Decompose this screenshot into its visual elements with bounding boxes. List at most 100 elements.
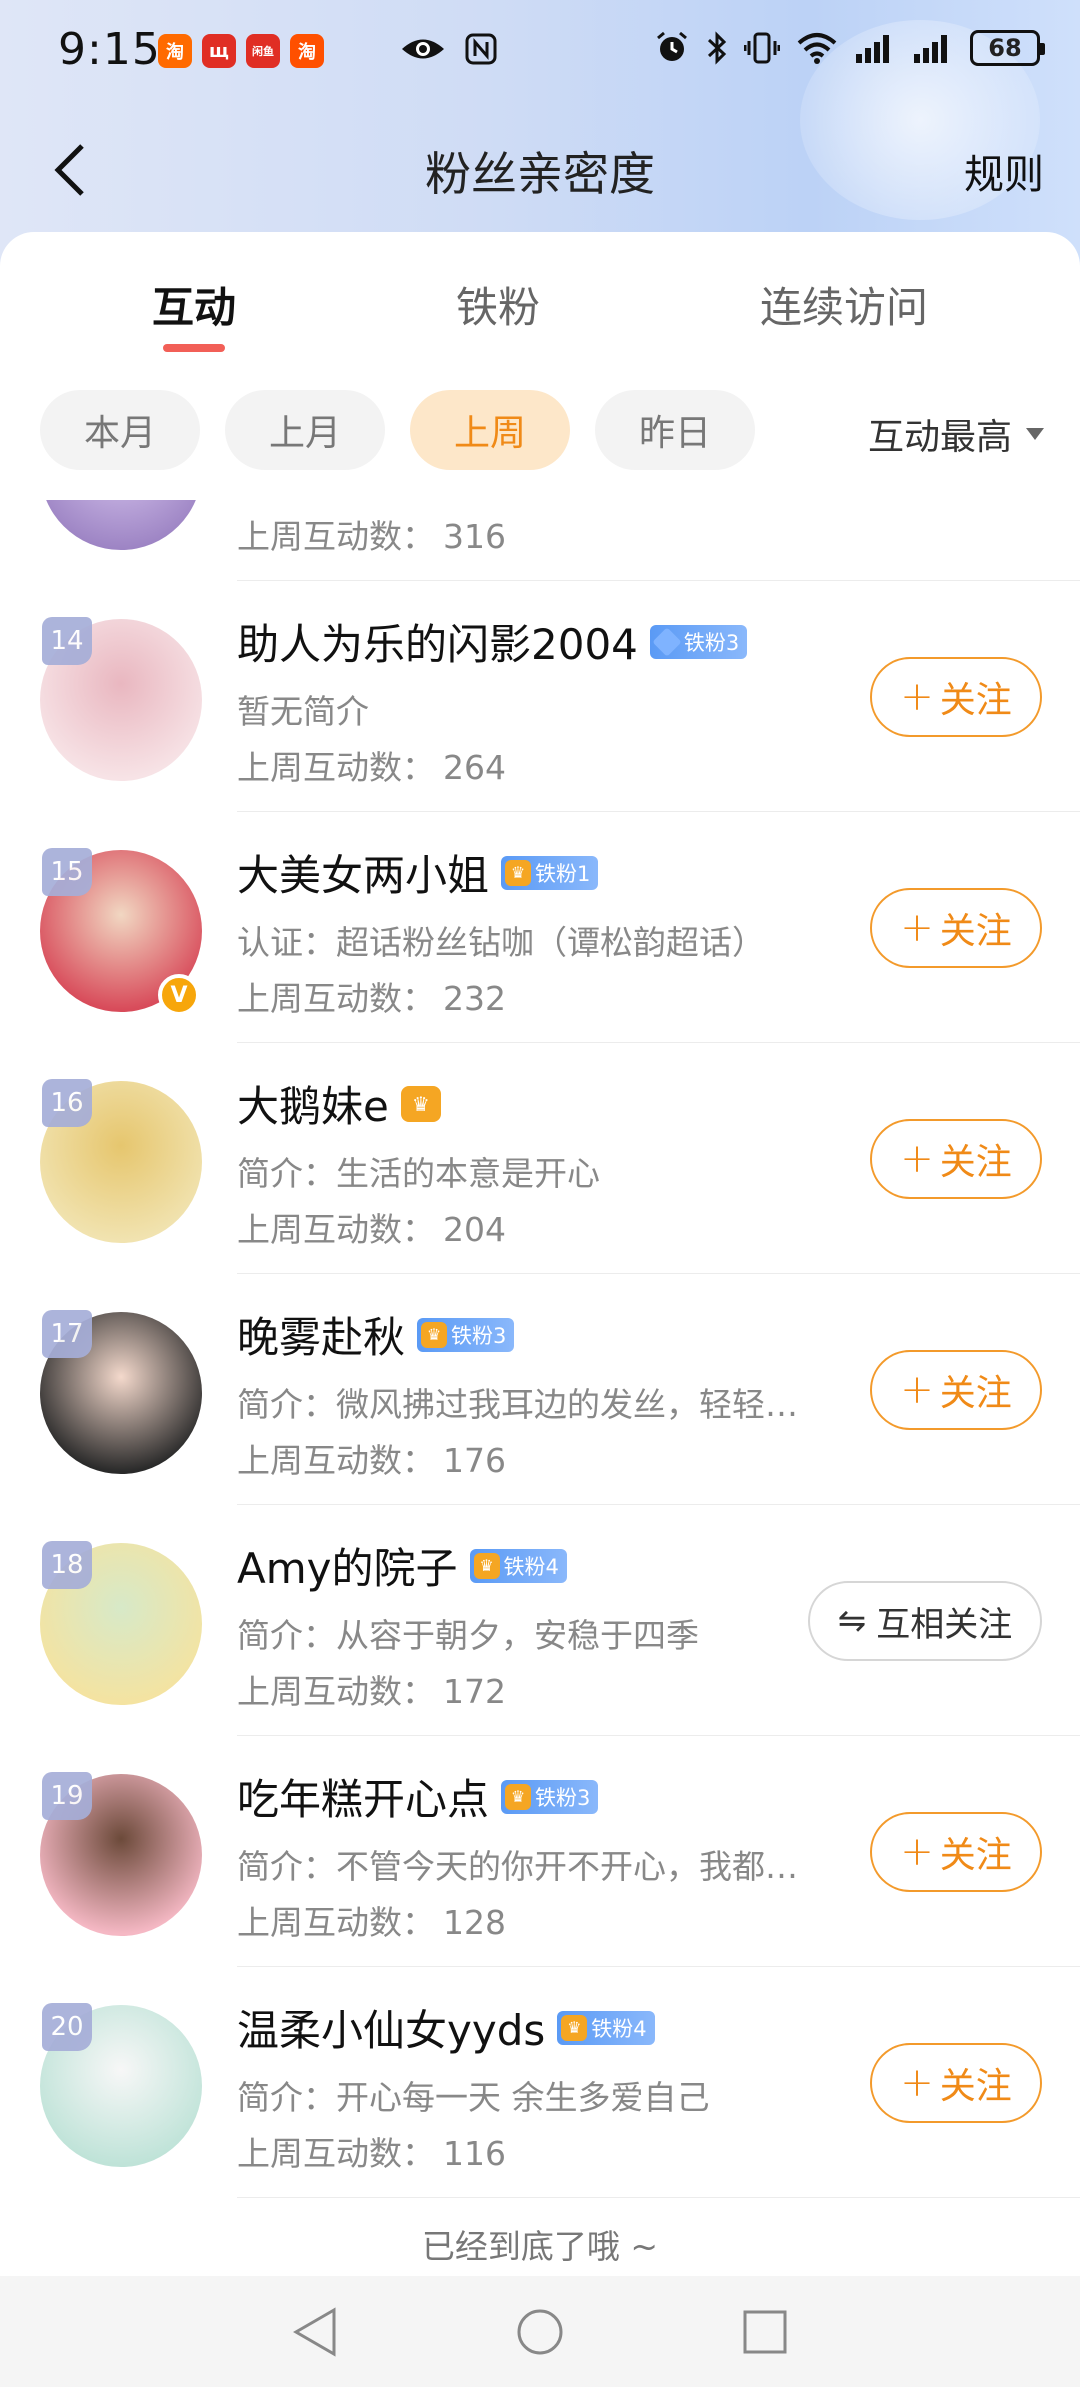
filter-chip-last-month[interactable]: 上月 (225, 390, 385, 470)
list-item[interactable]: 16 大鹅妹e ♛ 简介：生活的本意是开心 上周互动数： 204 + 关注 (0, 1043, 1080, 1274)
plus-icon: + (900, 674, 934, 720)
list-item[interactable]: 17 晚雾赴秋 ♛ 铁粉3 简介：微风拂过我耳边的发丝，轻轻… 上周互动数： 176 + 关注 (0, 1274, 1080, 1505)
filter-chip-yesterday[interactable]: 昨日 (595, 390, 755, 470)
crown-icon: ♛ (400, 1085, 441, 1122)
system-nav-bar (0, 2276, 1080, 2387)
interaction-count: 上周互动数： 116 (237, 2127, 506, 2175)
crown-icon: ♛ (421, 1321, 448, 1348)
divider (237, 2197, 1080, 2198)
name-line: 大鹅妹e ♛ (237, 1073, 441, 1134)
verified-icon: V (158, 974, 200, 1016)
sort-label: 互动最高 (867, 417, 1012, 458)
interaction-count: 上周互动数： 128 (237, 1896, 506, 1944)
follow-button[interactable]: + 关注 (870, 1350, 1042, 1430)
crown-icon: ♛ (505, 859, 532, 886)
rank-badge: 19 (42, 1772, 92, 1820)
follow-button[interactable]: + 关注 (870, 1119, 1042, 1199)
username[interactable]: Amy的院子 (237, 1535, 458, 1596)
tab-iron-fans[interactable]: 铁粉 (456, 274, 540, 335)
count-value: 116 (443, 2134, 506, 2173)
username[interactable]: 助人为乐的闪影2004 (237, 611, 638, 672)
signal-icon (856, 35, 889, 63)
rank-badge: 16 (42, 1079, 92, 1127)
nfc-icon (465, 33, 497, 65)
count-value: 172 (443, 1672, 506, 1711)
list-item[interactable]: 18 Amy的院子 ♛ 铁粉4 简介：从容于朝夕，安稳于四季上周互动数： 172 ⇋ 互相关注 (0, 1505, 1080, 1736)
nav-bar: 粉丝亲密度 规则 (0, 120, 1080, 220)
list-item[interactable]: 14 助人为乐的闪影2004 铁粉3 暂无简介 上周互动数： 264 + 关注 (0, 581, 1080, 812)
eye-icon (402, 39, 444, 59)
count-label: 上周互动数： (237, 1441, 435, 1480)
list-item-partial[interactable]: 上周互动数： 316 (0, 500, 1080, 581)
plus-icon: + (900, 905, 934, 951)
name-line: 吃年糕开心点 ♛ 铁粉3 (237, 1766, 599, 1827)
main-card: 互动 铁粉 连续访问 本月 上月 上周 昨日 互动最高 上周互动数： 316 14… (0, 232, 1080, 2387)
fan-badge: ♛ 铁粉4 (469, 1548, 567, 1583)
plus-icon: + (900, 2060, 934, 2106)
tab-bar: 互动 铁粉 连续访问 (0, 232, 1080, 362)
username[interactable]: 大美女两小姐 (237, 842, 489, 903)
bluetooth-icon (707, 31, 727, 65)
count-value: 176 (443, 1441, 506, 1480)
app-icon-2: щ (202, 34, 236, 68)
list-item[interactable]: 19 吃年糕开心点 ♛ 铁粉3 简介：不管今天的你开不开心，我都… 上周互动数： 128 + 关… (0, 1736, 1080, 1967)
filter-chip-this-month[interactable]: 本月 (40, 390, 200, 470)
follow-button[interactable]: + 关注 (870, 2043, 1042, 2123)
fan-badge-label: 铁粉4 (591, 2016, 647, 2041)
username[interactable]: 温柔小仙女yyds (237, 1997, 545, 2058)
signal-icon-2 (914, 35, 947, 63)
count-label: 上周互动数： (237, 2134, 435, 2173)
mutual-follow-button[interactable]: ⇋ 互相关注 (808, 1581, 1042, 1661)
count-label: 上周互动数： (237, 979, 435, 1018)
nav-recents-icon[interactable] (740, 2306, 790, 2358)
battery-indicator: 68 (970, 30, 1045, 66)
taobao-icon: 淘 (158, 34, 192, 68)
user-bio: 暂无简介 (237, 692, 369, 731)
follow-button[interactable]: + 关注 (870, 1812, 1042, 1892)
page-title: 粉丝亲密度 (425, 147, 655, 201)
end-of-list-text: 已经到底了哦 ~ (421, 2227, 659, 2266)
username[interactable]: 晚雾赴秋 (237, 1304, 405, 1365)
nav-home-icon[interactable] (515, 2306, 565, 2358)
tab-consecutive-visits[interactable]: 连续访问 (760, 274, 928, 335)
sort-dropdown[interactable]: 互动最高 (868, 408, 1044, 460)
tab-interaction[interactable]: 互动 (152, 274, 236, 335)
caret-down-icon (1026, 428, 1044, 440)
rank-badge: 14 (42, 617, 92, 665)
count-value: 128 (443, 1903, 506, 1942)
user-bio: 简介：从容于朝夕，安稳于四季 (237, 1616, 699, 1655)
filter-chip-last-week[interactable]: 上周 (410, 390, 570, 470)
username[interactable]: 吃年糕开心点 (237, 1766, 489, 1827)
fan-badge-label: 铁粉3 (535, 1785, 591, 1810)
user-bio: 简介：微风拂过我耳边的发丝，轻轻… (237, 1385, 798, 1424)
system-indicators (400, 32, 498, 66)
plus-icon: + (900, 1829, 934, 1875)
list-item[interactable]: 15 V 大美女两小姐 ♛ 铁粉1 认证：超话粉丝钻咖（谭松韵超话） 上周互动数： 232 + 关… (0, 812, 1080, 1043)
xianyu-icon: 闲鱼 (246, 34, 280, 68)
vibrate-icon (744, 32, 780, 64)
taobao-icon-2: 淘 (290, 34, 324, 68)
rules-link[interactable]: 规则 (964, 142, 1044, 200)
user-bio: 简介：生活的本意是开心 (237, 1154, 600, 1193)
crown-icon: ♛ (561, 2014, 588, 2041)
system-status-icons: 68 (654, 30, 1045, 66)
user-bio: 认证：超话粉丝钻咖（谭松韵超话） (237, 923, 765, 962)
interaction-count: 上周互动数： 172 (237, 1665, 506, 1713)
nav-back-icon[interactable] (290, 2306, 340, 2358)
follow-button[interactable]: + 关注 (870, 657, 1042, 737)
user-bio: 简介：不管今天的你开不开心，我都… (237, 1847, 798, 1886)
diamond-icon (652, 626, 682, 657)
time-filter-chips: 本月 上月 上周 昨日 互动最高 (0, 390, 1080, 474)
interaction-count: 上周互动数： 264 (237, 741, 506, 789)
list-item[interactable]: 20 温柔小仙女yyds ♛ 铁粉4 简介：开心每一天 余生多爱自己 上周互动数： 116 +… (0, 1967, 1080, 2198)
interaction-count: 上周互动数： 176 (237, 1434, 506, 1482)
count-value: 232 (443, 979, 506, 1018)
action-label: 关注 (939, 911, 1012, 952)
username[interactable]: 大鹅妹e (237, 1073, 389, 1134)
avatar (40, 500, 202, 550)
rank-badge: 20 (42, 2003, 92, 2051)
follow-button[interactable]: + 关注 (870, 888, 1042, 968)
rank-badge: 18 (42, 1541, 92, 1589)
fan-badge: ♛ 铁粉1 (501, 855, 599, 890)
fan-badge: ♛ 铁粉4 (557, 2010, 655, 2045)
